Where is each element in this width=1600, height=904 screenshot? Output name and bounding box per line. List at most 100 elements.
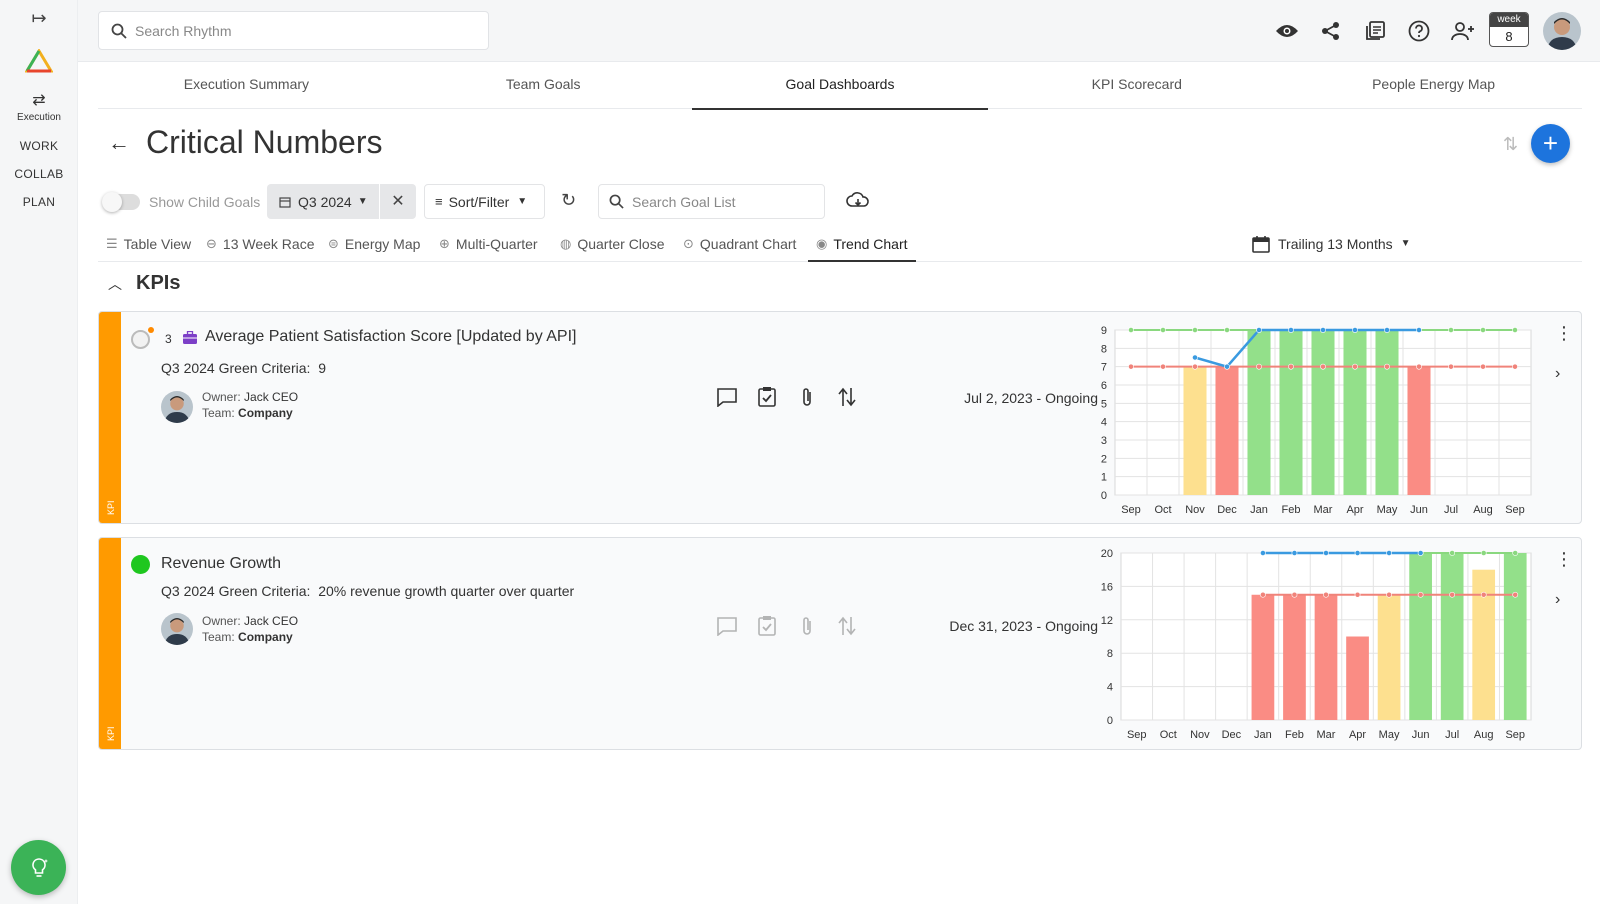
global-search[interactable] — [98, 11, 489, 50]
collapse-chevron-icon[interactable]: ︿ — [108, 274, 128, 294]
blue-point — [1386, 550, 1392, 556]
tab-team-goals[interactable]: Team Goals — [395, 62, 692, 108]
y-tick-label: 20 — [1101, 548, 1113, 560]
kpi-stripe: KPI — [99, 538, 121, 749]
more-options-icon[interactable]: ⋮ — [1555, 550, 1573, 568]
week-number: 8 — [1505, 29, 1513, 44]
sort-filter-label: Sort/Filter — [448, 193, 510, 210]
view-table[interactable]: ☰ Table View — [106, 226, 191, 261]
tab-people-energy-map[interactable]: People Energy Map — [1285, 62, 1582, 108]
kpis-section-title: KPIs — [136, 272, 181, 294]
sort-icon[interactable] — [835, 614, 859, 638]
rail-item-plan[interactable]: PLAN — [0, 195, 78, 209]
cloud-download-icon[interactable] — [846, 190, 870, 215]
owner-label: Owner: — [202, 390, 241, 404]
clear-quarter-icon[interactable]: ✕ — [380, 184, 416, 219]
show-child-goals-toggle[interactable] — [102, 192, 140, 212]
lightbulb-button[interactable] — [11, 840, 66, 895]
reorder-icon[interactable]: ⇅ — [1503, 134, 1518, 155]
y-tick-label: 1 — [1101, 472, 1107, 484]
y-tick-label: 4 — [1107, 682, 1113, 694]
task-icon[interactable] — [755, 614, 779, 638]
add-goal-button[interactable]: + — [1531, 124, 1570, 163]
eye-icon[interactable] — [1274, 18, 1300, 44]
app-logo[interactable] — [25, 49, 53, 73]
tab-goal-dashboards[interactable]: Goal Dashboards — [691, 62, 989, 110]
global-search-input[interactable] — [135, 22, 465, 39]
owner-label: Owner: — [202, 614, 241, 628]
x-tick-label: Dec — [1217, 504, 1237, 516]
x-tick-label: Jul — [1445, 729, 1459, 741]
x-tick-label: Nov — [1190, 729, 1210, 741]
comment-icon[interactable] — [715, 614, 739, 638]
quarter-select[interactable]: Q3 2024 ▼ — [267, 184, 379, 219]
attachment-icon[interactable] — [795, 614, 819, 638]
chevron-right-icon[interactable]: › — [1555, 591, 1560, 609]
tab-execution-summary[interactable]: Execution Summary — [98, 62, 395, 108]
status-indicator[interactable] — [131, 555, 150, 574]
kpi-card[interactable]: KPI Revenue Growth Q3 2024 Green Criteri… — [98, 537, 1582, 750]
kpi-title[interactable]: Average Patient Satisfaction Score [Upda… — [205, 328, 576, 346]
red-point — [1160, 363, 1166, 370]
view-multi-quarter[interactable]: ⊕ Multi-Quarter — [439, 226, 538, 261]
search-icon — [111, 23, 127, 39]
red-point — [1480, 591, 1487, 598]
kpi-card[interactable]: KPI 3 Average Patient Satisfaction Score… — [98, 311, 1582, 524]
date-range: Jul 2, 2023 - Ongoing — [964, 390, 1098, 406]
briefcase-icon — [183, 330, 197, 349]
y-tick-label: 8 — [1107, 648, 1113, 660]
goal-search[interactable] — [598, 184, 825, 219]
status-indicator[interactable] — [131, 330, 150, 349]
goal-search-input[interactable] — [632, 193, 812, 210]
page-header: ← Critical Numbers — [108, 124, 382, 161]
x-tick-label: Dec — [1222, 729, 1242, 741]
x-tick-label: Sep — [1127, 729, 1147, 741]
more-options-icon[interactable]: ⋮ — [1555, 324, 1573, 342]
share-icon[interactable] — [1318, 18, 1344, 44]
red-point — [1386, 591, 1392, 598]
view-energy-map[interactable]: ⊜ Energy Map — [328, 226, 420, 261]
back-arrow-icon[interactable]: ← — [108, 130, 132, 156]
rail-item-work[interactable]: WORK — [0, 139, 78, 153]
tab-kpi-scorecard[interactable]: KPI Scorecard — [988, 62, 1285, 108]
sort-filter-button[interactable]: ≡ Sort/Filter ▼ — [424, 184, 545, 219]
kpi-stripe-label: KPI — [106, 726, 116, 741]
trailing-range-select[interactable]: Trailing 13 Months ▼ — [1252, 226, 1411, 261]
view-13-week-race[interactable]: ⊖ 13 Week Race — [206, 226, 314, 261]
expand-sidebar-icon[interactable]: ↦ — [26, 8, 52, 30]
blue-point — [1291, 550, 1298, 556]
x-tick-label: May — [1377, 504, 1398, 516]
green-point — [1512, 327, 1518, 333]
attachment-icon[interactable] — [795, 385, 819, 409]
green-criteria-label: Q3 2024 Green Criteria: — [161, 583, 311, 599]
rail-item-execution[interactable]: ⇄ Execution — [0, 90, 78, 123]
blue-point — [1288, 327, 1294, 333]
red-point — [1288, 363, 1294, 370]
user-avatar[interactable] — [1543, 12, 1581, 50]
x-tick-label: Jul — [1444, 504, 1458, 516]
sort-icon[interactable] — [835, 385, 859, 409]
rail-item-collab[interactable]: COLLAB — [0, 167, 78, 181]
green-point — [1480, 550, 1487, 556]
add-user-icon[interactable] — [1450, 18, 1476, 44]
bar — [1314, 594, 1338, 720]
blue-point — [1352, 327, 1358, 333]
date-range: Dec 31, 2023 - Ongoing — [949, 618, 1098, 634]
x-tick-label: Oct — [1154, 504, 1171, 516]
help-icon[interactable] — [1406, 18, 1432, 44]
calendar-icon — [279, 196, 291, 208]
y-tick-label: 3 — [1101, 435, 1107, 447]
comment-icon[interactable] — [715, 385, 739, 409]
week-indicator[interactable]: week 8 — [1489, 12, 1529, 47]
chevron-right-icon[interactable]: › — [1555, 365, 1560, 383]
view-quarter-close[interactable]: ◍ Quarter Close — [560, 226, 665, 261]
task-icon[interactable] — [755, 385, 779, 409]
green-point — [1160, 327, 1166, 333]
kpi-title[interactable]: Revenue Growth — [161, 555, 281, 573]
refresh-icon[interactable]: ↻ — [561, 190, 576, 211]
x-tick-label: Sep — [1121, 504, 1141, 516]
x-tick-label: Oct — [1160, 729, 1177, 741]
view-quadrant-chart[interactable]: ⊙ Quadrant Chart — [683, 226, 796, 261]
library-icon[interactable] — [1362, 18, 1388, 44]
view-trend-chart[interactable]: ◉ Trend Chart — [808, 226, 916, 262]
